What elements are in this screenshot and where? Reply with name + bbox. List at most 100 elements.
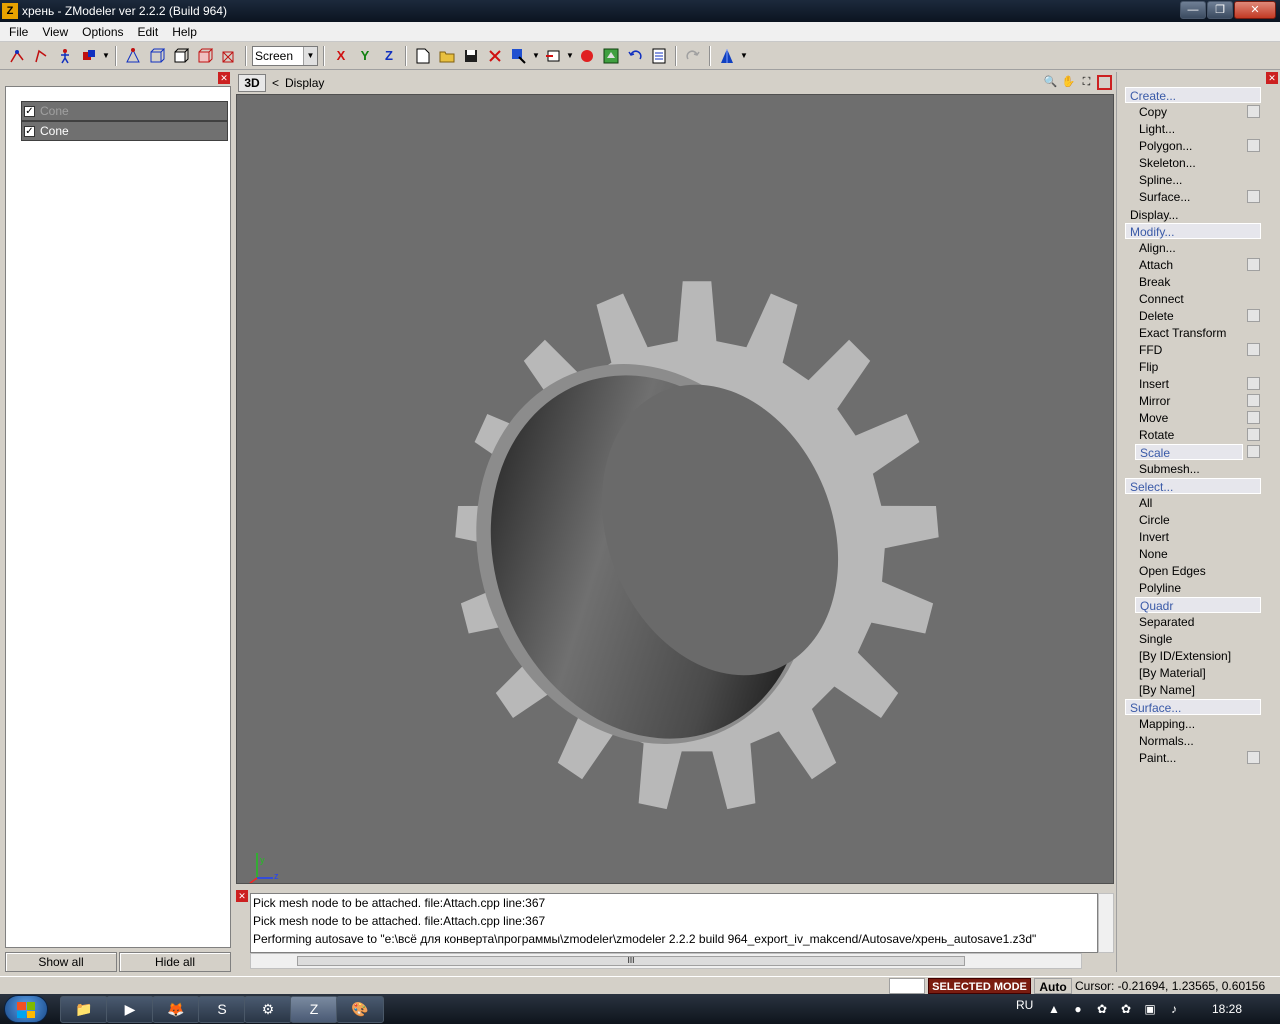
show-all-button[interactable]: Show all — [5, 952, 117, 972]
cmd-move[interactable]: Move — [1135, 410, 1243, 426]
taskbar-firefox-icon[interactable]: 🦊 — [152, 996, 200, 1023]
command-panel-scrollbar[interactable] — [1266, 72, 1280, 972]
cmd-skeleton[interactable]: Skeleton... — [1135, 155, 1243, 171]
cmd-surface-create[interactable]: Surface... — [1135, 189, 1243, 205]
cmd-rotate-options[interactable] — [1247, 428, 1260, 441]
cmd-break[interactable]: Break — [1135, 274, 1243, 290]
close-icon[interactable]: ✕ — [218, 72, 230, 84]
cmd-scale-options[interactable] — [1247, 445, 1260, 458]
surface-mode-icon[interactable] — [194, 45, 216, 67]
cmd-connect[interactable]: Connect — [1135, 291, 1243, 307]
close-icon[interactable]: ✕ — [1266, 72, 1278, 84]
clock[interactable]: 18:28 — [1212, 1002, 1242, 1016]
scrollbar-thumb[interactable]: III — [297, 956, 965, 966]
chevron-down-icon[interactable]: ▼ — [740, 51, 748, 60]
cmd-spline[interactable]: Spline... — [1135, 172, 1243, 188]
cmd-align[interactable]: Align... — [1135, 240, 1243, 256]
log-horizontal-scrollbar[interactable]: III — [250, 953, 1082, 969]
fit-view-icon[interactable]: ⛶ — [1079, 75, 1094, 90]
taskbar-zmodeler-icon[interactable]: Z — [290, 996, 338, 1023]
record-icon[interactable] — [576, 45, 598, 67]
undo-icon[interactable] — [624, 45, 646, 67]
export-icon[interactable] — [542, 45, 564, 67]
polygon-mode-icon[interactable] — [146, 45, 168, 67]
visibility-checkbox[interactable]: ✓ — [24, 125, 35, 137]
zmodeler-app-icon[interactable]: Z — [2, 3, 18, 19]
scene-tree[interactable]: ✓ Cone ✓ Cone — [5, 86, 231, 948]
cmd-select-invert[interactable]: Invert — [1135, 529, 1243, 545]
cmd-scale[interactable]: Scale — [1135, 444, 1243, 460]
coordinate-system-select[interactable]: Screen ▼ — [252, 45, 318, 66]
import-icon[interactable] — [508, 45, 530, 67]
cmd-insert[interactable]: Insert — [1135, 376, 1243, 392]
network-icon[interactable]: ▣ — [1142, 1001, 1158, 1017]
delete-icon[interactable] — [484, 45, 506, 67]
cmd-light[interactable]: Light... — [1135, 121, 1243, 137]
cmd-ffd[interactable]: FFD — [1135, 342, 1243, 358]
cmd-rotate[interactable]: Rotate — [1135, 427, 1243, 443]
cmd-paint-options[interactable] — [1247, 751, 1260, 764]
cmd-select-by-id[interactable]: [By ID/Extension] — [1135, 648, 1243, 664]
show-hidden-icons-icon[interactable]: ▲ — [1046, 1001, 1062, 1017]
axis-z-toggle[interactable]: Z — [378, 45, 400, 67]
cmd-attach-options[interactable] — [1247, 258, 1260, 271]
tree-item[interactable]: ✓ Cone — [21, 101, 228, 121]
cmd-select-all[interactable]: All — [1135, 495, 1243, 511]
chevron-down-icon[interactable]: ▼ — [532, 51, 540, 60]
log-output[interactable]: Pick mesh node to be attached. file:Atta… — [250, 893, 1098, 953]
close-button[interactable]: ✕ — [1234, 1, 1276, 19]
cmd-mirror[interactable]: Mirror — [1135, 393, 1243, 409]
cmd-normals[interactable]: Normals... — [1135, 733, 1243, 749]
chevron-down-icon[interactable]: ▼ — [102, 51, 110, 60]
breadcrumb[interactable]: Display — [285, 76, 324, 90]
properties-icon[interactable] — [648, 45, 670, 67]
cmd-select-separated[interactable]: Separated — [1135, 614, 1243, 630]
auto-indicator[interactable]: Auto — [1034, 978, 1072, 994]
viewport-3d[interactable]: y z — [236, 94, 1114, 884]
cmd-select-by-name[interactable]: [By Name] — [1135, 682, 1243, 698]
menu-file[interactable]: File — [2, 25, 35, 39]
cmd-copy-options[interactable] — [1247, 105, 1260, 118]
taskbar-explorer-icon[interactable]: 📁 — [60, 996, 108, 1023]
tray-bug-icon[interactable]: ✿ — [1094, 1001, 1110, 1017]
render-icon[interactable] — [716, 45, 738, 67]
start-button[interactable] — [4, 995, 48, 1023]
cmd-select-single[interactable]: Single — [1135, 631, 1243, 647]
tree-item[interactable]: ✓ Cone — [21, 121, 228, 141]
hide-all-button[interactable]: Hide all — [119, 952, 231, 972]
zoom-icon[interactable]: 🔍 — [1043, 75, 1058, 90]
cmd-select-polyline[interactable]: Polyline — [1135, 580, 1243, 596]
taskbar-skype-icon[interactable]: S — [198, 996, 246, 1023]
cmd-submesh[interactable]: Submesh... — [1135, 461, 1243, 477]
axis-x-toggle[interactable]: X — [330, 45, 352, 67]
skeleton-icon[interactable] — [54, 45, 76, 67]
cmd-ffd-options[interactable] — [1247, 343, 1260, 356]
section-modify[interactable]: Modify... — [1125, 223, 1261, 239]
taskbar-media-player-icon[interactable]: ▶ — [106, 996, 154, 1023]
vertex-mode-icon[interactable] — [122, 45, 144, 67]
axis-y-toggle[interactable]: Y — [354, 45, 376, 67]
section-select[interactable]: Select... — [1125, 478, 1261, 494]
minimize-button[interactable]: — — [1180, 1, 1206, 19]
select-edge-icon[interactable] — [30, 45, 52, 67]
cmd-mirror-options[interactable] — [1247, 394, 1260, 407]
cmd-select-open-edges[interactable]: Open Edges — [1135, 563, 1243, 579]
new-file-icon[interactable] — [412, 45, 434, 67]
cmd-attach[interactable]: Attach — [1135, 257, 1243, 273]
chevron-down-icon[interactable]: ▼ — [566, 51, 574, 60]
tray-bug-icon[interactable]: ✿ — [1118, 1001, 1134, 1017]
cmd-select-circle[interactable]: Circle — [1135, 512, 1243, 528]
tray-app-icon[interactable]: ● — [1070, 1001, 1086, 1017]
language-indicator[interactable]: RU — [1016, 998, 1033, 1012]
object-mode-icon[interactable] — [170, 45, 192, 67]
menu-help[interactable]: Help — [165, 25, 204, 39]
close-icon[interactable]: ✕ — [236, 890, 248, 902]
section-surface[interactable]: Surface... — [1125, 699, 1261, 715]
visibility-checkbox[interactable]: ✓ — [24, 105, 35, 117]
cmd-polygon-options[interactable] — [1247, 139, 1260, 152]
save-icon[interactable] — [460, 45, 482, 67]
menu-view[interactable]: View — [35, 25, 75, 39]
taskbar-app-icon[interactable]: ⚙ — [244, 996, 292, 1023]
cmd-delete-options[interactable] — [1247, 309, 1260, 322]
volume-icon[interactable]: ♪ — [1166, 1001, 1182, 1017]
